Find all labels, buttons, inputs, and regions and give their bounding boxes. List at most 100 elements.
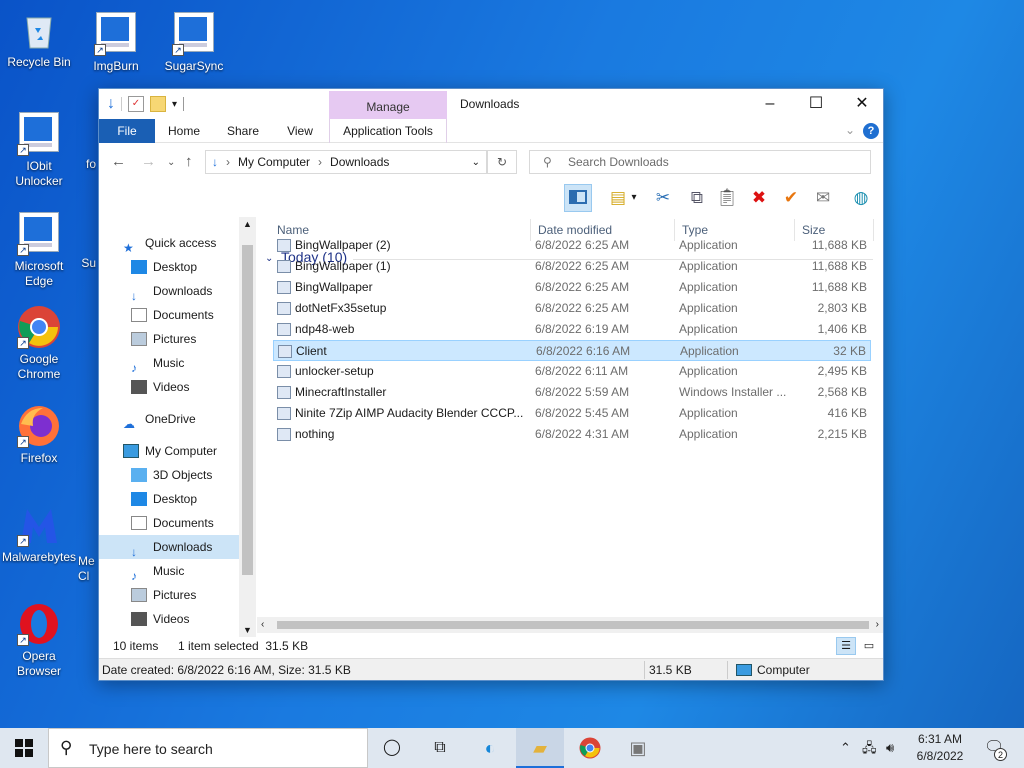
task-view-icon[interactable]: ⧉	[416, 728, 464, 768]
desktop-icon-partial[interactable]: Su	[56, 256, 96, 271]
file-name: dotNetFx35setup	[295, 301, 387, 315]
search-input[interactable]: Search Downloads	[529, 150, 871, 174]
system-clock[interactable]: 6:31 AM 6/8/2022	[900, 731, 980, 765]
nav-quick-documents[interactable]: Documents📌︎	[131, 303, 241, 327]
tab-manage[interactable]: Manage	[329, 91, 447, 119]
close-button[interactable]: ✕	[839, 89, 885, 119]
properties-icon[interactable]: ✉	[809, 184, 837, 212]
customize-qat-icon[interactable]: ▾	[172, 99, 177, 110]
new-folder-icon[interactable]	[150, 96, 166, 112]
volume-icon[interactable]: 🔊︎	[886, 728, 894, 768]
minimize-button[interactable]: –	[747, 89, 793, 119]
nav-music[interactable]: ♪ Music	[131, 559, 184, 583]
nav-onedrive[interactable]: ☁ OneDrive	[123, 407, 196, 431]
table-row[interactable]: MinecraftInstaller 6/8/2022 5:59 AM Window…	[273, 382, 871, 403]
maximize-button[interactable]: ☐	[793, 89, 839, 119]
desktop-icon-recycle-bin[interactable]: Recycle Bin	[1, 8, 77, 70]
location-label: Computer	[757, 663, 810, 677]
desktop-icon-firefox[interactable]: ↗ Firefox	[1, 404, 77, 466]
tray-overflow-icon[interactable]: ⌃	[840, 728, 851, 768]
table-row[interactable]: dotNetFx35setup 6/8/2022 6:25 AM Applicati…	[273, 298, 871, 319]
rename-icon[interactable]: ✔	[777, 184, 805, 212]
preview-pane-icon[interactable]	[564, 184, 592, 212]
table-row[interactable]: unlocker-setup 6/8/2022 6:11 AM Applicatio…	[273, 361, 871, 382]
address-bar[interactable]: ↓ › My Computer › Downloads ⌄	[205, 150, 487, 174]
table-row[interactable]: ndp48-web 6/8/2022 6:19 AM Application 1,40…	[273, 319, 871, 340]
desktop-icon-iobit-unlocker[interactable]: ↗ IObit Unlocker	[1, 110, 77, 189]
download-arrow-icon[interactable]: ↓	[107, 95, 115, 113]
table-row[interactable]: BingWallpaper (2) 6/8/2022 6:25 AM Applica…	[273, 235, 871, 256]
desktop-icon-microsoft-edge[interactable]: ↗ Microsoft Edge	[1, 210, 77, 289]
nav-documents[interactable]: Documents	[131, 511, 214, 535]
desktop-icon-sugarsync[interactable]: ↗ SugarSync	[156, 10, 232, 74]
back-arrow-icon[interactable]: ←	[111, 153, 126, 170]
tab-file[interactable]: File	[99, 119, 155, 143]
table-row[interactable]: Ninite 7Zip AIMP Audacity Blender CCCP..…	[273, 403, 871, 424]
scroll-down-icon[interactable]: ▼	[243, 625, 252, 635]
desktop-icon-opera[interactable]: ↗ Opera Browser	[1, 602, 77, 679]
forward-arrow-icon[interactable]: →	[141, 153, 156, 170]
breadcrumb-my-computer[interactable]: My Computer	[238, 155, 310, 169]
table-row[interactable]: BingWallpaper 6/8/2022 6:25 AM Application…	[273, 277, 871, 298]
scroll-left-icon[interactable]: ‹	[261, 617, 264, 633]
copy-icon[interactable]: ⧉	[683, 184, 711, 212]
windows-start-icon[interactable]	[0, 728, 48, 768]
desktop-icon-malwarebytes[interactable]: ↗ Malwarebytes	[1, 503, 77, 565]
nav-videos[interactable]: Videos	[131, 607, 189, 631]
nav-downloads[interactable]: ↓ Downloads	[99, 535, 239, 559]
desktop-icon-partial[interactable]: fo	[56, 157, 96, 172]
nav-quick-pictures[interactable]: Pictures📌︎	[131, 327, 241, 351]
dropdown-icon[interactable]: ▾	[627, 184, 641, 212]
desktop-icon-google-chrome[interactable]: ↗ Google Chrome	[1, 305, 77, 382]
nav-quick-access[interactable]: ★ Quick access	[123, 231, 216, 255]
nav-quick-downloads[interactable]: ↓Downloads📌︎	[131, 279, 241, 303]
cortana-icon[interactable]: ◯	[368, 728, 416, 768]
table-row[interactable]: BingWallpaper (1) 6/8/2022 6:25 AM Applica…	[273, 256, 871, 277]
nav-desktop[interactable]: Desktop	[131, 487, 197, 511]
nav-scrollbar[interactable]: ▲ ▼	[239, 217, 256, 637]
delete-icon[interactable]: ✖	[745, 184, 773, 212]
nav-quick-videos[interactable]: Videos	[131, 375, 189, 399]
recent-locations-icon[interactable]: ⌄	[167, 157, 175, 168]
address-dropdown-icon[interactable]: ⌄	[472, 157, 480, 168]
nav-quick-music[interactable]: ♪ Music	[131, 351, 184, 375]
table-row[interactable]: nothing 6/8/2022 4:31 AM Application 2,215 …	[273, 424, 871, 445]
scrollbar-thumb[interactable]	[242, 245, 253, 575]
desktop-icon-partial[interactable]: Me Cl	[78, 554, 98, 584]
document-icon	[131, 516, 147, 530]
ribbon-tabs: File Home Share View Application Tools ⌄…	[99, 119, 883, 143]
table-row[interactable]: Client 6/8/2022 6:16 AM Application 32 KB	[273, 340, 871, 361]
network-globe-icon[interactable]: ◍	[847, 184, 875, 212]
taskbar-search-input[interactable]: Type here to search	[48, 728, 368, 768]
chrome-icon[interactable]	[566, 728, 614, 768]
network-icon[interactable]: 🖧︎	[862, 728, 877, 768]
breadcrumb-downloads[interactable]: Downloads	[330, 155, 389, 169]
scroll-right-icon[interactable]: ›	[876, 617, 879, 633]
edge-icon[interactable]: ◐	[466, 728, 514, 768]
installer-app-icon[interactable]: ▣	[614, 728, 662, 768]
nav-quick-desktop[interactable]: Desktop📌︎	[131, 255, 241, 279]
cut-icon[interactable]: ✂	[649, 184, 677, 212]
tab-view[interactable]: View	[275, 119, 325, 143]
file-explorer-taskbar-icon[interactable]: ▰	[516, 728, 564, 768]
expand-ribbon-icon[interactable]: ⌄	[845, 123, 855, 137]
properties-icon[interactable]: ✓	[128, 96, 144, 112]
tab-share[interactable]: Share	[217, 119, 269, 143]
horizontal-scrollbar[interactable]: ‹ ›	[257, 617, 883, 633]
paste-icon[interactable]: 📋︎	[713, 184, 741, 212]
large-icons-view-icon[interactable]: ▭	[859, 637, 879, 655]
scroll-up-icon[interactable]: ▲	[243, 219, 252, 229]
tab-home[interactable]: Home	[159, 119, 209, 143]
desktop-icon-imgburn[interactable]: ↗ ImgBurn	[78, 10, 154, 74]
details-view-icon[interactable]: ☰	[836, 637, 856, 655]
nav-my-computer[interactable]: My Computer	[123, 439, 217, 463]
refresh-button[interactable]: ↻	[487, 150, 517, 174]
nav-pictures[interactable]: Pictures	[131, 583, 196, 607]
nav-3d-objects[interactable]: 3D Objects	[131, 463, 212, 487]
recycle-bin-icon	[17, 8, 61, 52]
help-icon[interactable]: ?	[863, 123, 879, 139]
document-icon	[131, 308, 147, 322]
up-arrow-icon[interactable]: ↑	[185, 153, 193, 170]
scrollbar-thumb[interactable]	[277, 621, 869, 629]
tab-application-tools[interactable]: Application Tools	[329, 119, 447, 143]
